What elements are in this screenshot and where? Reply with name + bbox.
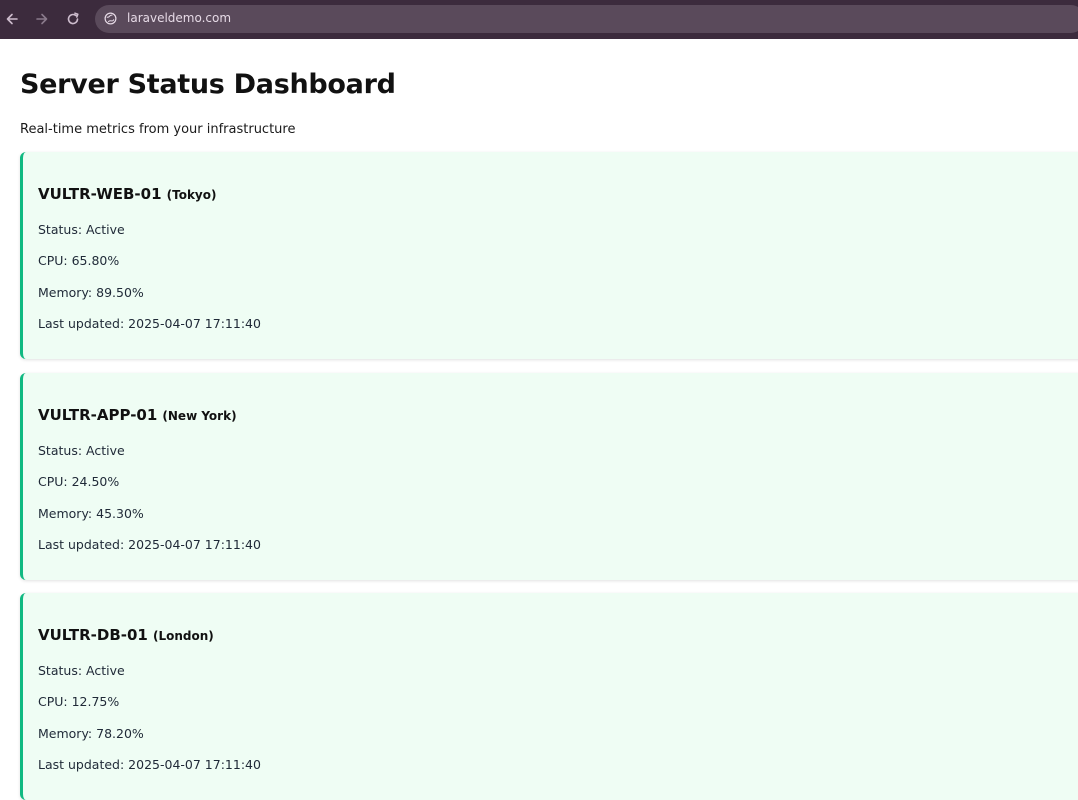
page-subtitle: Real-time metrics from your infrastructu… xyxy=(20,122,296,137)
server-name: VULTR-DB-01 xyxy=(38,626,148,644)
page-title: Server Status Dashboard xyxy=(20,69,396,100)
server-last-updated: Last updated: 2025-04-07 17:11:40 xyxy=(38,757,261,772)
server-memory: Memory: 78.20% xyxy=(38,726,144,741)
server-cpu: CPU: 24.50% xyxy=(38,474,120,489)
server-heading: VULTR-WEB-01 (Tokyo) xyxy=(38,184,216,203)
server-card-web-01: VULTR-WEB-01 (Tokyo) Status: Active CPU:… xyxy=(20,152,1078,359)
browser-toolbar: laraveldemo.com xyxy=(0,0,1078,39)
server-last-updated: Last updated: 2025-04-07 17:11:40 xyxy=(38,316,261,331)
server-name: VULTR-WEB-01 xyxy=(38,185,162,203)
server-heading: VULTR-DB-01 (London) xyxy=(38,625,214,644)
server-last-updated: Last updated: 2025-04-07 17:11:40 xyxy=(38,537,261,552)
server-location: (London) xyxy=(152,629,214,643)
arrow-left-icon xyxy=(6,13,18,25)
url-text[interactable]: laraveldemo.com xyxy=(127,11,231,25)
globe-icon[interactable] xyxy=(104,12,117,25)
address-bar[interactable]: laraveldemo.com xyxy=(95,5,1078,33)
back-button[interactable] xyxy=(0,7,24,31)
server-cpu: CPU: 12.75% xyxy=(38,694,120,709)
forward-button[interactable] xyxy=(30,7,54,31)
server-heading: VULTR-APP-01 (New York) xyxy=(38,405,237,424)
server-name: VULTR-APP-01 xyxy=(38,406,158,424)
server-card-app-01: VULTR-APP-01 (New York) Status: Active C… xyxy=(20,373,1078,580)
reload-icon xyxy=(67,12,79,25)
server-status: Status: Active xyxy=(38,222,125,237)
server-location: (New York) xyxy=(162,409,237,423)
server-cpu: CPU: 65.80% xyxy=(38,253,120,268)
page-content: Server Status Dashboard Real-time metric… xyxy=(0,39,1078,800)
server-card-db-01: VULTR-DB-01 (London) Status: Active CPU:… xyxy=(20,593,1078,800)
server-location: (Tokyo) xyxy=(166,188,217,202)
server-memory: Memory: 89.50% xyxy=(38,285,144,300)
reload-button[interactable] xyxy=(61,7,85,31)
server-memory: Memory: 45.30% xyxy=(38,506,144,521)
arrow-right-icon xyxy=(36,13,48,25)
server-status: Status: Active xyxy=(38,443,125,458)
server-status: Status: Active xyxy=(38,663,125,678)
